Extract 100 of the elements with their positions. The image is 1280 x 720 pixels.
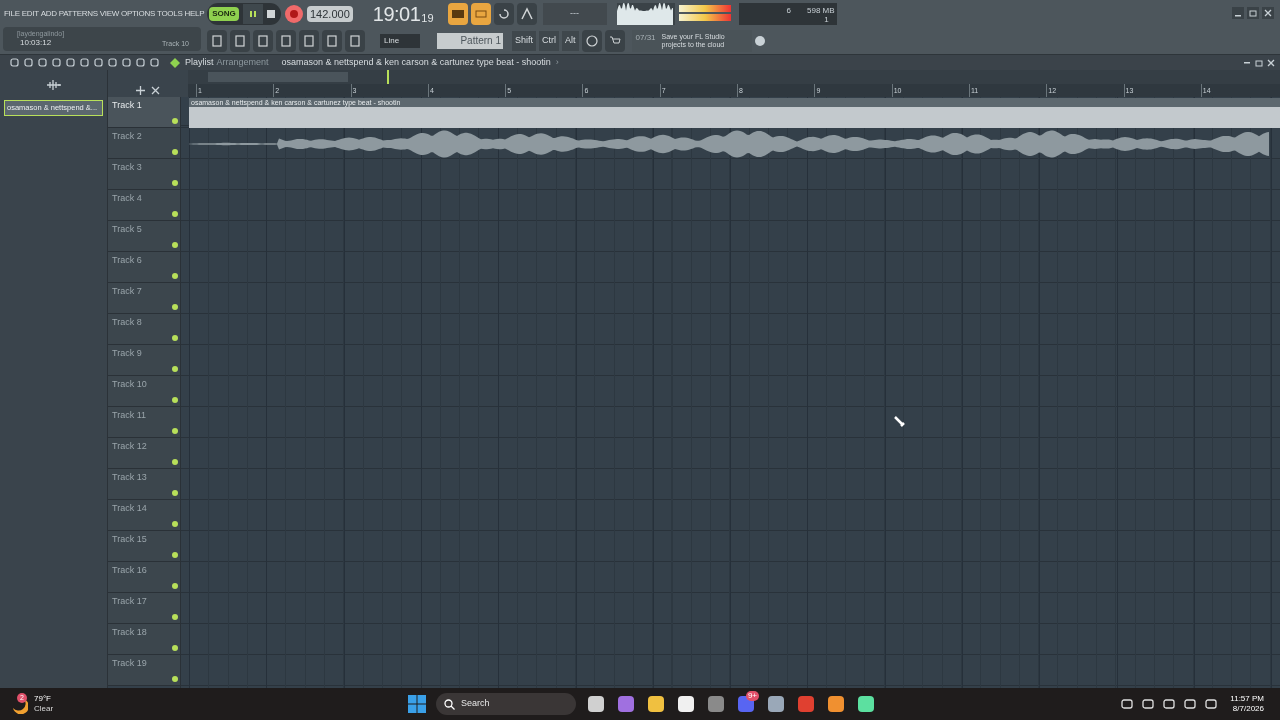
menu-item[interactable]: FILE [4, 7, 20, 20]
minimize-icon[interactable] [1232, 7, 1244, 19]
track-switch-icon[interactable] [172, 552, 178, 558]
search-field[interactable]: Search [436, 693, 576, 715]
record-icon[interactable] [285, 4, 303, 23]
menu-item[interactable]: PATTERNS [58, 7, 98, 20]
track-name: Track 6 [112, 254, 142, 267]
track-header[interactable]: Track 14 [108, 500, 180, 531]
song-time: 19:01 [372, 2, 421, 25]
track-switch-icon[interactable] [172, 459, 178, 465]
menu-item[interactable]: EDIT [21, 7, 39, 20]
cart-icon[interactable] [604, 29, 625, 52]
playlist-subtitle: Arrangement [216, 55, 269, 69]
loop-icon[interactable] [493, 2, 514, 25]
track-switch-icon[interactable] [172, 335, 178, 341]
track-name: Track 11 [112, 409, 146, 422]
time-label: 10:03:12 [19, 38, 53, 48]
pattern-selector[interactable]: Pattern 1 [437, 32, 503, 49]
close-icon[interactable] [151, 86, 160, 95]
track-switch-icon[interactable] [172, 366, 178, 372]
song-mode-button[interactable]: SONG [209, 6, 239, 21]
volume-meter [678, 4, 731, 23]
track-switch-icon[interactable] [172, 521, 178, 527]
track-name: Track 14 [112, 502, 147, 515]
track-name: Track 10 [112, 378, 147, 391]
snap-dropdown[interactable]: Line [380, 33, 420, 48]
track-header[interactable]: Track 15 [108, 531, 180, 562]
notification-badge: 9+ [745, 691, 759, 701]
restore-icon[interactable] [1255, 58, 1263, 67]
monitor-text: --- [570, 6, 580, 20]
waveform-icon[interactable] [46, 80, 61, 90]
track-name: Track 9 [112, 347, 142, 360]
menu-item[interactable]: ADD [40, 7, 57, 20]
close-icon[interactable] [1262, 7, 1274, 19]
track-switch-icon[interactable] [172, 428, 178, 434]
track-name: Track 17 [112, 595, 147, 608]
track-header[interactable]: Track 13 [108, 469, 180, 500]
track-name: Track 18 [112, 626, 147, 639]
track-switch-icon[interactable] [172, 273, 178, 279]
windows-start-icon[interactable] [408, 695, 426, 713]
clock-time: 11:57 PM [1230, 694, 1264, 704]
song-time-seconds: 19 [421, 10, 434, 25]
track-switch-icon[interactable] [172, 242, 178, 248]
track-switch-icon[interactable] [172, 614, 178, 620]
track-header[interactable]: Track 6 [108, 252, 180, 283]
menu-item[interactable]: VIEW [99, 7, 120, 20]
add-icon[interactable] [136, 86, 145, 95]
track-header[interactable]: Track 11 [108, 407, 180, 438]
track-switch-icon[interactable] [172, 304, 178, 310]
track-header[interactable]: Track 2 [108, 128, 180, 159]
track-header[interactable]: Track 8 [108, 314, 180, 345]
cpu-value: 6 [786, 4, 792, 17]
search-label: Search [461, 697, 490, 711]
clock-date: 8/7/2026 [1232, 704, 1264, 714]
track-switch-icon[interactable] [172, 490, 178, 496]
track-header[interactable]: Track 1 [108, 97, 180, 128]
track-header[interactable]: Track 9 [108, 345, 180, 376]
track-header[interactable]: Track 5 [108, 221, 180, 252]
project-name: osamason & nettspend & ken carson & cartunez type beat - shootin [281, 55, 551, 69]
chevron-label: › [555, 55, 559, 69]
hint-date: 07/31 [635, 32, 656, 42]
track-name: Track 16 [112, 564, 147, 577]
track-header[interactable]: Track 19 [108, 655, 180, 686]
track-header[interactable]: Track 12 [108, 438, 180, 469]
pencil-cursor-icon[interactable] [893, 415, 905, 427]
track-name: Track 2 [112, 130, 142, 143]
modifier-key[interactable]: Alt [562, 30, 579, 51]
overview-scrollbar[interactable] [188, 70, 1280, 84]
track-name: Track 19 [112, 657, 147, 670]
track-switch-icon[interactable] [172, 211, 178, 217]
track-header[interactable]: Track 16 [108, 562, 180, 593]
close-icon[interactable] [1267, 58, 1275, 67]
pause-icon [249, 9, 257, 18]
track-header[interactable]: Track 7 [108, 283, 180, 314]
oscilloscope-drawing[interactable] [616, 2, 675, 25]
tempo-field[interactable]: 142.000 [307, 5, 353, 22]
track-switch-icon[interactable] [172, 583, 178, 589]
track-switch-icon[interactable] [172, 149, 178, 155]
track-switch-icon[interactable] [172, 645, 178, 651]
track-name: Track 15 [112, 533, 147, 546]
track-header[interactable]: Track 3 [108, 159, 180, 190]
track-switch-icon[interactable] [172, 676, 178, 682]
pause-button[interactable] [243, 3, 263, 24]
modifier-key[interactable]: Shift [512, 30, 536, 51]
modifier-key[interactable]: Ctrl [539, 30, 559, 51]
menu-item[interactable]: OPTIONS [121, 7, 155, 20]
track-name: Track 3 [112, 161, 142, 174]
search-icon[interactable] [444, 698, 455, 710]
track-switch-icon[interactable] [172, 180, 178, 186]
restore-icon[interactable] [1247, 7, 1259, 19]
track-header[interactable]: Track 17 [108, 593, 180, 624]
menu-item[interactable]: TOOLS [157, 7, 183, 20]
track-header[interactable]: Track 10 [108, 376, 180, 407]
track-switch-icon[interactable] [172, 118, 178, 124]
track-header[interactable]: Track 4 [108, 190, 180, 221]
track-switch-icon[interactable] [172, 397, 178, 403]
stop-icon[interactable] [267, 9, 275, 18]
menu-item[interactable]: HELP [184, 7, 205, 20]
track-name: Track 7 [112, 285, 142, 298]
track-header[interactable]: Track 18 [108, 624, 180, 655]
